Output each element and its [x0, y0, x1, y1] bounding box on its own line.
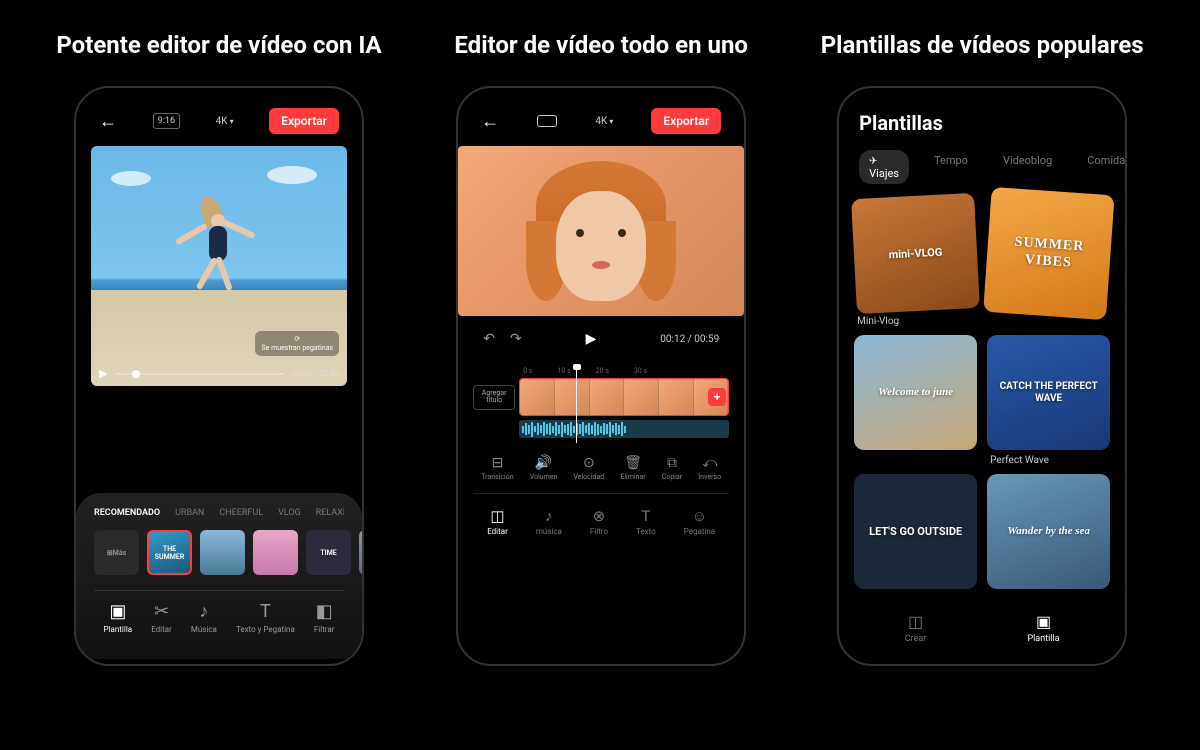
aspect-icon[interactable]: [537, 115, 557, 127]
tool-edit[interactable]: ✂Editar: [151, 601, 172, 634]
video-preview[interactable]: ⟳Se muestran pegatinas ▶ 00:24 / 00:59: [91, 146, 347, 386]
edit-icon: ◫: [490, 507, 504, 525]
category-food[interactable]: Comida: [1077, 150, 1127, 184]
nav-edit[interactable]: ◫Editar: [487, 507, 508, 536]
export-button[interactable]: Exportar: [269, 108, 339, 134]
tab-relaxed[interactable]: RELAXED: [316, 508, 344, 518]
template-card-wave[interactable]: CATCH THE PERFECT WAVE: [987, 335, 1110, 450]
phone-2: ← 4K Exportar ↶ ↷ ▶ 00:12 / 00:59: [456, 86, 746, 666]
panel-ai-editor: Potente editor de vídeo con IA ← 9:16 4K…: [56, 30, 381, 666]
panel-title-3: Plantillas de vídeos populares: [821, 30, 1144, 61]
template-tabs: RECOMENDADO URBAN CHEERFUL VLOG RELAXED: [94, 508, 344, 518]
card-label-minivlog: Mini-Vlog: [854, 316, 977, 327]
phone-1: ← 9:16 4K Exportar ⟳Se muestran pegatina…: [74, 86, 364, 666]
trash-icon: 🗑: [624, 455, 642, 471]
play-icon[interactable]: ▶: [99, 367, 107, 380]
tab-recommended[interactable]: RECOMENDADO: [94, 508, 160, 518]
timeline[interactable]: 0 s 10 s 20 s 30 s Agregar título +: [473, 362, 729, 443]
action-copy[interactable]: ⧉Copiar: [662, 455, 682, 481]
panel-title-2: Editor de vídeo todo en uno: [454, 30, 748, 61]
bottom-nav-create[interactable]: ◫Crear: [905, 612, 927, 644]
template-thumb-3[interactable]: [253, 530, 298, 575]
video-preview[interactable]: [458, 146, 744, 316]
template-thumb-summer[interactable]: THE SUMMER: [147, 530, 192, 575]
export-button[interactable]: Exportar: [651, 108, 721, 134]
tool-text[interactable]: TTexto y Pegatina: [236, 601, 295, 634]
tab-urban[interactable]: URBAN: [175, 508, 204, 518]
sticker-icon: ☺: [692, 507, 707, 525]
resolution-selector[interactable]: 4K: [595, 116, 613, 127]
playhead[interactable]: [576, 367, 578, 443]
more-templates-button[interactable]: ⊞Más: [94, 530, 139, 575]
category-tempo[interactable]: Tempo: [924, 150, 978, 184]
panel-templates: Plantillas de vídeos populares Plantilla…: [821, 30, 1144, 666]
tool-music[interactable]: ♪Música: [191, 601, 217, 634]
speed-icon: ⊙: [583, 455, 595, 471]
time-display: 00:12 / 00:59: [660, 334, 719, 345]
text-icon: T: [260, 601, 271, 622]
copy-icon: ⧉: [667, 455, 677, 471]
tool-filter[interactable]: ◧Filtrar: [314, 601, 335, 634]
template-drawer: RECOMENDADO URBAN CHEERFUL VLOG RELAXED …: [76, 493, 362, 659]
action-reverse[interactable]: ⤺Inverso: [698, 455, 721, 481]
templates-header: Plantillas: [854, 103, 1110, 150]
template-icon: ▣: [109, 601, 126, 622]
action-delete[interactable]: 🗑Eliminar: [620, 455, 645, 481]
nav-filter[interactable]: ⊗Filtro: [590, 507, 608, 536]
card-label-wave: Perfect Wave: [987, 455, 1110, 466]
panel-title-1: Potente editor de vídeo con IA: [56, 30, 381, 61]
create-icon: ◫: [908, 612, 923, 631]
play-icon[interactable]: ▶: [586, 331, 597, 347]
action-transition[interactable]: ⊟Transición: [481, 455, 513, 481]
filter-icon: ⊗: [593, 507, 606, 525]
nav-text[interactable]: TTexto: [636, 507, 656, 536]
action-speed[interactable]: ⊙Velocidad: [573, 455, 604, 481]
template-thumb-5[interactable]: [359, 530, 364, 575]
tool-template[interactable]: ▣Plantilla: [104, 601, 133, 634]
template-card-outside[interactable]: LET'S GO OUTSIDE: [854, 474, 977, 589]
template-card-welcome[interactable]: Welcome to june: [854, 335, 977, 450]
panel-all-in-one: Editor de vídeo todo en uno ← 4K Exporta…: [454, 30, 748, 666]
template-thumb-2[interactable]: [200, 530, 245, 575]
back-icon[interactable]: ←: [481, 111, 499, 132]
audio-track[interactable]: [519, 420, 729, 438]
nav-sticker[interactable]: ☺Pegatina: [684, 507, 715, 536]
time-display: 00:24 / 00:59: [292, 369, 339, 378]
template-card-wander[interactable]: Wander by the sea: [987, 474, 1110, 589]
nav-music[interactable]: ♪música: [536, 507, 562, 536]
bottom-nav-template[interactable]: ▣Plantilla: [1027, 612, 1059, 644]
template-card-minivlog[interactable]: mini-VLOG: [851, 193, 980, 314]
template-thumb-time[interactable]: TIME: [306, 530, 351, 575]
template-card-summer[interactable]: SUMMER VIBES: [983, 187, 1114, 320]
template-icon: ▣: [1036, 612, 1051, 631]
category-travel[interactable]: Viajes: [859, 150, 909, 184]
sticker-toggle[interactable]: ⟳Se muestran pegatinas: [255, 331, 339, 356]
resolution-selector[interactable]: 4K: [216, 116, 234, 127]
phone-3: Plantillas Viajes Tempo Videoblog Comida…: [837, 86, 1127, 666]
volume-icon: 🔊: [535, 455, 552, 471]
scissors-icon: ✂: [154, 601, 169, 622]
reverse-icon: ⤺: [702, 455, 717, 471]
back-icon[interactable]: ←: [99, 111, 117, 132]
aspect-ratio-badge[interactable]: 9:16: [153, 113, 180, 129]
undo-icon[interactable]: ↶: [483, 331, 495, 347]
seek-bar[interactable]: [115, 373, 283, 375]
add-title-button[interactable]: Agregar título: [473, 385, 515, 410]
add-clip-button[interactable]: +: [708, 388, 726, 406]
filter-icon: ◧: [316, 601, 333, 622]
category-vlog[interactable]: Videoblog: [993, 150, 1062, 184]
action-volume[interactable]: 🔊Volumen: [530, 455, 558, 481]
transition-icon: ⊟: [492, 455, 504, 471]
text-icon: T: [641, 507, 650, 525]
video-track[interactable]: +: [519, 378, 729, 416]
music-icon: ♪: [199, 601, 208, 622]
music-icon: ♪: [545, 507, 553, 525]
tab-vlog[interactable]: VLOG: [278, 508, 301, 518]
redo-icon[interactable]: ↷: [510, 331, 522, 347]
tab-cheerful[interactable]: CHEERFUL: [219, 508, 263, 518]
